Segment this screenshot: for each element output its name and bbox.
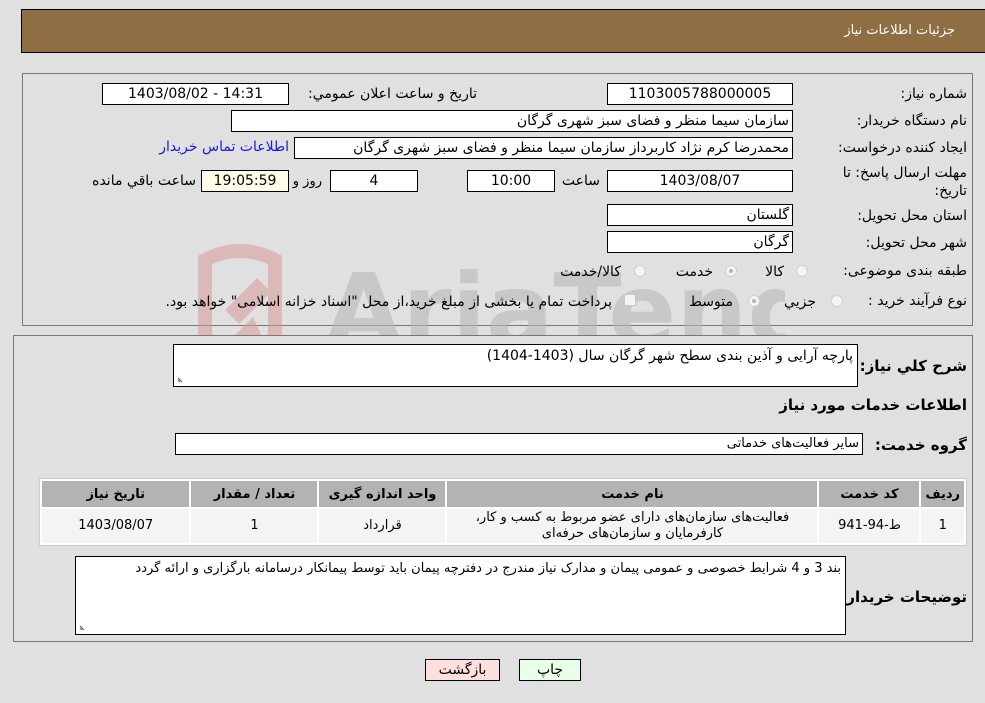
col-row-number: ردیف — [921, 481, 964, 507]
category-service-label: خدمت — [675, 264, 713, 280]
col-service-name: نام خدمت — [447, 481, 818, 507]
category-goods-service-radio[interactable] — [634, 265, 646, 277]
announce-label: تاریخ و ساعت اعلان عمومي: — [308, 86, 477, 102]
province-label: استان محل تحویل: — [857, 208, 967, 224]
process-minor-radio[interactable] — [831, 295, 843, 307]
buyer-org-field: سازمان سیما منظر و فضای سبز شهری گرگان — [231, 110, 793, 132]
time-remaining-label: ساعت باقي مانده — [92, 173, 196, 189]
cell-row-number: 1 — [921, 509, 964, 543]
buyer-contact-link[interactable]: اطلاعات تماس خریدار — [159, 139, 289, 155]
days-remaining-field: 4 — [330, 170, 418, 192]
col-service-code: کد خدمت — [819, 481, 920, 507]
page-title: جزئیات اطلاعات نیاز — [844, 23, 955, 38]
page-header: جزئیات اطلاعات نیاز — [21, 9, 985, 53]
category-goods-radio[interactable] — [796, 265, 808, 277]
summary-text: پارچه آرایی و آذین بندی سطح شهر گرگان سا… — [486, 348, 853, 364]
need-number-field: 1103005788000005 — [607, 83, 793, 105]
process-medium-label: متوسط — [689, 294, 733, 310]
cell-unit: قرارداد — [319, 509, 446, 543]
need-number-label: شماره نیاز: — [900, 86, 968, 102]
deadline-label: مهلت ارسال پاسخ: تا — [842, 165, 967, 181]
city-label: شهر محل تحویل: — [865, 235, 967, 251]
province-field: گلستان — [607, 204, 793, 226]
buyer-notes-text: بند 3 و 4 شرایط خصوصی و عمومی پیمان و مد… — [135, 561, 841, 576]
print-button[interactable]: چاپ — [519, 659, 581, 681]
service-group-field: سایر فعالیت‌های خدماتی — [175, 433, 863, 455]
services-section-title: اطلاعات خدمات مورد نیاز — [779, 396, 967, 414]
city-field: گرگان — [607, 231, 793, 253]
service-group-label: گروه خدمت: — [874, 436, 967, 454]
process-label: نوع فرآیند خرید : — [868, 293, 967, 309]
cell-quantity: 1 — [191, 509, 318, 543]
process-medium-radio[interactable] — [748, 295, 760, 307]
services-table: ردیف کد خدمت نام خدمت واحد اندازه گیری ت… — [39, 478, 967, 546]
resize-grip-icon[interactable] — [78, 622, 88, 632]
back-button[interactable]: بازگشت — [425, 659, 500, 681]
treasury-note: پرداخت تمام یا بخشی از مبلغ خرید،از محل … — [165, 294, 612, 310]
cell-service-code: ط-94-941 — [819, 509, 920, 543]
col-quantity: تعداد / مقدار — [191, 481, 318, 507]
cell-need-date: 1403/08/07 — [42, 509, 190, 543]
col-need-date: تاریخ نیاز — [42, 481, 190, 507]
treasury-checkbox[interactable] — [624, 294, 636, 306]
category-goods-label: کالا — [765, 264, 784, 280]
time-remaining-field: 19:05:59 — [201, 170, 289, 192]
deadline-date-field: 1403/08/07 — [607, 170, 793, 192]
category-goods-service-label: کالا/خدمت — [560, 264, 621, 280]
buyer-org-label: نام دستگاه خریدار: — [856, 113, 967, 129]
table-row: 1 ط-94-941 فعالیت‌های سازمان‌های دارای ع… — [42, 509, 964, 543]
resize-grip-icon[interactable] — [176, 374, 186, 384]
creator-label: ایجاد کننده درخواست: — [838, 140, 967, 156]
buyer-notes-textarea[interactable]: بند 3 و 4 شرایط خصوصی و عمومی پیمان و مد… — [75, 556, 846, 635]
creator-field: محمدرضا کرم نژاد کاربرداز سازمان سیما من… — [294, 137, 793, 159]
process-minor-label: جزيي — [784, 294, 816, 310]
summary-textarea[interactable]: پارچه آرایی و آذین بندی سطح شهر گرگان سا… — [173, 344, 858, 387]
buyer-notes-label: توضیحات خریدار: — [840, 588, 967, 606]
category-label: طبقه بندی موضوعی: — [843, 263, 967, 279]
deadline-time-field: 10:00 — [467, 170, 555, 192]
deadline-time-label: ساعت — [561, 173, 600, 189]
summary-label: شرح کلي نياز: — [859, 357, 967, 375]
category-service-radio[interactable] — [725, 265, 737, 277]
deadline-label-2: تاریخ: — [934, 183, 967, 199]
days-label: روز و — [292, 174, 322, 189]
announce-datetime-field: 1403/08/02 - 14:31 — [102, 83, 289, 105]
col-unit: واحد اندازه گیری — [319, 481, 446, 507]
cell-service-name: فعالیت‌های سازمان‌های دارای عضو مربوط به… — [447, 509, 818, 543]
table-header-row: ردیف کد خدمت نام خدمت واحد اندازه گیری ت… — [42, 481, 964, 507]
